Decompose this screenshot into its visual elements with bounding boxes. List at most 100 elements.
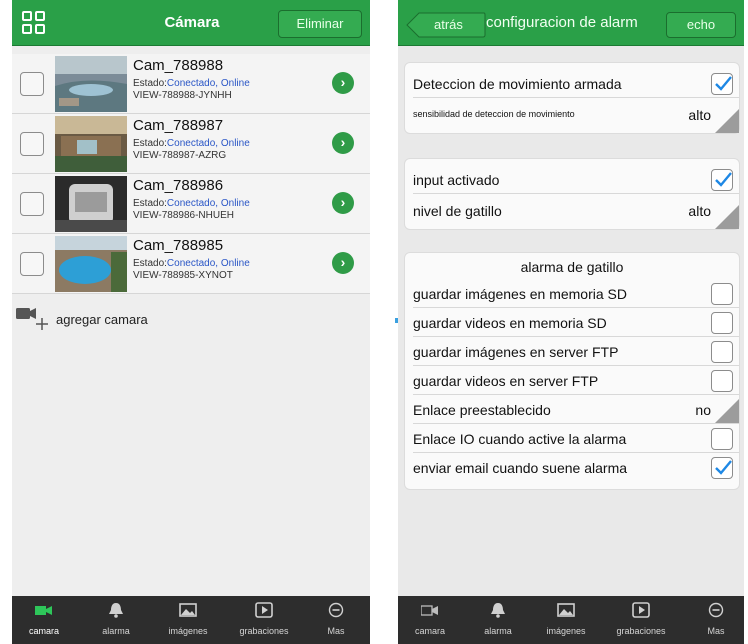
chevron-right-icon[interactable]: ›	[332, 192, 354, 214]
io-link-checkbox[interactable]	[711, 428, 733, 450]
save-videos-sd-checkbox[interactable]	[711, 312, 733, 334]
tab-camara[interactable]: camara	[12, 596, 76, 644]
dropdown-corner-icon[interactable]	[715, 109, 739, 133]
add-camera-label: agregar camara	[56, 312, 148, 327]
camera-thumbnail	[55, 176, 127, 232]
camera-status-label: Estado:	[133, 78, 167, 89]
video-camera-icon	[35, 606, 52, 615]
setting-label: guardar videos en server FTP	[413, 373, 599, 389]
bell-icon	[491, 603, 505, 618]
send-email-checkbox[interactable]	[711, 457, 733, 479]
done-button[interactable]: echo	[666, 12, 736, 38]
tab-imagenes[interactable]: imágenes	[156, 596, 220, 644]
page-title: Cámara	[164, 14, 220, 31]
camera-name: Cam_788986	[133, 177, 224, 194]
setting-label: Enlace preestablecido	[413, 402, 551, 418]
chevron-right-icon[interactable]: ›	[332, 72, 354, 94]
save-videos-ftp-row[interactable]: guardar videos en server FTP	[413, 366, 739, 395]
tab-grabaciones[interactable]: grabaciones	[228, 596, 300, 644]
tab-label: camara	[414, 626, 445, 636]
tab-imagenes[interactable]: imágenes	[534, 596, 598, 644]
checkmark-icon	[715, 172, 732, 187]
tab-alarma[interactable]: alarma	[84, 596, 148, 644]
camera-status: Estado:Conectado, Online	[133, 198, 250, 209]
motion-armed-row[interactable]: Deteccion de movimiento armada	[413, 69, 739, 98]
save-videos-ftp-checkbox[interactable]	[711, 370, 733, 392]
tab-label: imágenes	[168, 626, 208, 636]
camera-thumbnail	[55, 56, 127, 112]
setting-label: guardar videos en memoria SD	[413, 315, 607, 331]
chevron-right-icon[interactable]: ›	[332, 132, 354, 154]
delete-button[interactable]: Eliminar	[278, 10, 362, 38]
camera-select-checkbox[interactable]	[20, 132, 44, 156]
back-label: atrás	[434, 17, 463, 32]
camera-select-checkbox[interactable]	[20, 72, 44, 96]
trigger-level-value: alto	[688, 203, 711, 219]
save-videos-sd-row[interactable]: guardar videos en memoria SD	[413, 308, 739, 337]
motion-armed-checkbox[interactable]	[711, 73, 733, 95]
checkmark-icon	[715, 460, 732, 475]
camera-row[interactable]: Cam_788987 Estado:Conectado, Online VIEW…	[12, 114, 370, 174]
alarm-settings-header: atrás configuracion de alarm echo	[398, 0, 744, 46]
grid-icon[interactable]	[22, 11, 46, 35]
save-images-sd-checkbox[interactable]	[711, 283, 733, 305]
tab-label: Mas	[327, 626, 345, 636]
bottom-tab-bar: camara alarma imágenes grabaciones Mas	[398, 596, 744, 644]
tab-label: alarma	[484, 626, 512, 636]
setting-label: guardar imágenes en server FTP	[413, 344, 619, 360]
dropdown-corner-icon[interactable]	[715, 205, 739, 229]
checkmark-icon	[715, 76, 732, 91]
tab-camara[interactable]: camara	[398, 596, 462, 644]
add-camera-button[interactable]: agregar camara	[12, 300, 370, 338]
tab-grabaciones[interactable]: grabaciones	[604, 596, 678, 644]
bell-icon	[109, 603, 123, 618]
preset-link-row[interactable]: Enlace preestablecido no	[413, 395, 739, 424]
preset-link-value: no	[695, 402, 711, 418]
video-camera-add-icon	[16, 308, 48, 330]
tab-label: grabaciones	[616, 626, 666, 636]
alarm-settings-screen: atrás configuracion de alarm echo Detecc…	[398, 0, 744, 644]
camera-status: Estado:Conectado, Online	[133, 258, 250, 269]
camera-select-checkbox[interactable]	[20, 192, 44, 216]
tab-mas[interactable]: Mas	[690, 596, 742, 644]
tab-label: grabaciones	[239, 626, 289, 636]
image-icon	[179, 603, 197, 617]
camera-status-value: Conectado, Online	[166, 78, 250, 89]
trigger-level-label: nivel de gatillo	[413, 203, 502, 219]
camera-row[interactable]: Cam_788988 Estado:Conectado, Online VIEW…	[12, 54, 370, 114]
tab-mas[interactable]: Mas	[308, 596, 364, 644]
camera-select-checkbox[interactable]	[20, 252, 44, 276]
back-button[interactable]: atrás	[406, 12, 486, 38]
tab-alarma[interactable]: alarma	[466, 596, 530, 644]
camera-row[interactable]: Cam_788986 Estado:Conectado, Online VIEW…	[12, 174, 370, 234]
tab-label: imágenes	[546, 626, 586, 636]
camera-thumbnail	[55, 236, 127, 292]
save-images-ftp-row[interactable]: guardar imágenes en server FTP	[413, 337, 739, 366]
camera-name: Cam_788988	[133, 57, 224, 74]
input-activated-checkbox[interactable]	[711, 169, 733, 191]
play-icon	[632, 602, 650, 618]
input-activated-label: input activado	[413, 172, 500, 188]
io-link-row[interactable]: Enlace IO cuando active la alarma	[413, 424, 739, 453]
trigger-alarm-group: alarma de gatillo guardar imágenes en me…	[404, 252, 740, 490]
input-activated-row[interactable]: input activado	[413, 165, 739, 194]
sensitivity-row[interactable]: sensibilidad de deteccion de movimiento …	[413, 99, 739, 133]
send-email-row[interactable]: enviar email cuando suene alarma	[413, 453, 739, 482]
chevron-right-icon[interactable]: ›	[332, 252, 354, 274]
image-icon	[557, 603, 575, 617]
camera-uid: VIEW-788988-JYNHH	[133, 90, 232, 101]
camera-row[interactable]: Cam_788985 Estado:Conectado, Online VIEW…	[12, 234, 370, 294]
camera-uid: VIEW-788985-XYNOT	[133, 270, 233, 281]
trigger-level-row[interactable]: nivel de gatillo alto	[413, 195, 739, 229]
camera-status-label: Estado:	[133, 138, 167, 149]
dropdown-corner-icon[interactable]	[715, 399, 739, 423]
input-group: input activado nivel de gatillo alto	[404, 158, 740, 230]
camera-uid: VIEW-788986-NHUEH	[133, 210, 234, 221]
save-images-ftp-checkbox[interactable]	[711, 341, 733, 363]
tab-label: camara	[28, 626, 59, 636]
play-icon	[255, 602, 273, 618]
save-images-sd-row[interactable]: guardar imágenes en memoria SD	[413, 279, 739, 308]
camera-name: Cam_788985	[133, 237, 224, 254]
tab-label: alarma	[102, 626, 130, 636]
camera-status-value: Conectado, Online	[166, 198, 250, 209]
